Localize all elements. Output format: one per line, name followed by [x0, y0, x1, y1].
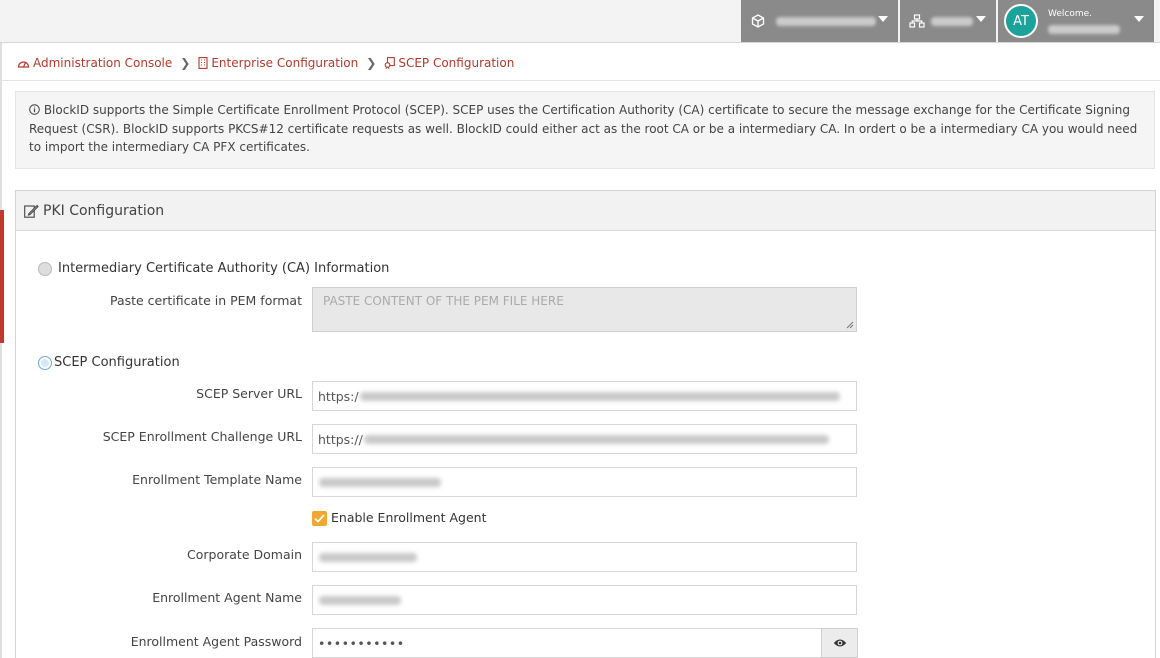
resize-handle-icon[interactable] — [846, 321, 854, 329]
agent-name-label: Enrollment Agent Name — [152, 590, 302, 605]
chevron-right-icon: ❯ — [366, 56, 377, 70]
cube-icon — [750, 13, 766, 29]
enable-agent-checkbox[interactable] — [312, 511, 327, 526]
scep-server-url-input[interactable]: https:/ — [312, 381, 857, 411]
breadcrumb-item-admin-console[interactable]: Administration Console — [17, 56, 172, 70]
user-name-redacted — [1048, 24, 1120, 34]
breadcrumb-label: Enterprise Configuration — [211, 56, 359, 70]
tenant-selector[interactable] — [741, 0, 898, 42]
pem-label: Paste certificate in PEM format — [109, 293, 302, 308]
breadcrumb: Administration Console ❯ Enterprise Conf… — [17, 54, 514, 72]
ca-option-label: Intermediary Certificate Authority (CA) … — [58, 261, 390, 276]
scep-option-label: SCEP Configuration — [54, 355, 180, 370]
edit-icon — [24, 204, 39, 218]
challenge-url-value: https:// — [318, 431, 363, 447]
agent-password-label: Enrollment Agent Password — [130, 634, 302, 649]
ca-option-radio[interactable] — [38, 262, 52, 276]
corporate-domain-input[interactable] — [312, 542, 857, 572]
server-url-label: SCEP Server URL — [196, 386, 302, 401]
redacted-text — [319, 477, 441, 487]
corporate-domain-label: Corporate Domain — [187, 547, 302, 562]
left-rail — [0, 43, 2, 658]
welcome-label: Welcome. — [1048, 8, 1093, 19]
server-url-value: https:/ — [318, 388, 359, 404]
redacted-text — [319, 552, 417, 562]
tenant-name-redacted — [776, 16, 876, 26]
challenge-url-label: SCEP Enrollment Challenge URL — [102, 429, 302, 444]
divider — [0, 80, 1160, 81]
agent-password-value: ••••••••••• — [318, 635, 405, 651]
scep-option-radio[interactable] — [38, 356, 52, 370]
redacted-text — [363, 434, 829, 444]
template-name-input[interactable] — [312, 467, 857, 497]
redacted-text — [359, 391, 840, 401]
pem-textarea[interactable]: PASTE CONTENT OF THE PEM FILE HERE — [312, 287, 857, 332]
breadcrumb-label: SCEP Configuration — [398, 56, 515, 70]
pem-placeholder: PASTE CONTENT OF THE PEM FILE HERE — [323, 294, 564, 308]
show-password-button[interactable] — [821, 628, 858, 658]
dashboard-icon — [17, 61, 30, 68]
redacted-text — [319, 595, 401, 605]
avatar[interactable]: AT — [1004, 4, 1038, 38]
agent-name-input[interactable] — [312, 585, 857, 615]
community-selector[interactable] — [900, 0, 996, 42]
breadcrumb-label: Administration Console — [33, 56, 173, 70]
building-icon — [198, 57, 208, 69]
template-name-label: Enrollment Template Name — [132, 472, 302, 487]
chevron-down-icon[interactable] — [1134, 16, 1144, 22]
user-menu[interactable]: AT Welcome. — [998, 0, 1154, 42]
chevron-down-icon[interactable] — [976, 16, 986, 22]
top-bar: AT Welcome. — [0, 0, 1160, 43]
panel-header: PKI Configuration — [16, 191, 1155, 231]
chevron-down-icon[interactable] — [878, 16, 888, 22]
community-name-redacted — [931, 16, 973, 26]
breadcrumb-item-enterprise-config[interactable]: Enterprise Configuration — [198, 56, 358, 70]
chevron-right-icon: ❯ — [180, 56, 191, 70]
network-icon — [909, 13, 925, 29]
check-icon — [314, 514, 325, 523]
enable-agent-label: Enable Enrollment Agent — [331, 510, 487, 525]
eye-icon — [833, 639, 846, 647]
certificate-icon — [384, 57, 396, 69]
scep-challenge-url-input[interactable]: https:// — [312, 424, 857, 454]
info-icon — [29, 104, 40, 115]
left-accent-bar — [0, 210, 4, 343]
breadcrumb-item-scep-config: SCEP Configuration — [384, 56, 514, 70]
panel-title: PKI Configuration — [43, 202, 165, 219]
info-text: BlockID supports the Simple Certificate … — [29, 103, 1138, 154]
agent-password-input[interactable]: ••••••••••• — [312, 628, 822, 658]
info-box: BlockID supports the Simple Certificate … — [15, 91, 1155, 169]
